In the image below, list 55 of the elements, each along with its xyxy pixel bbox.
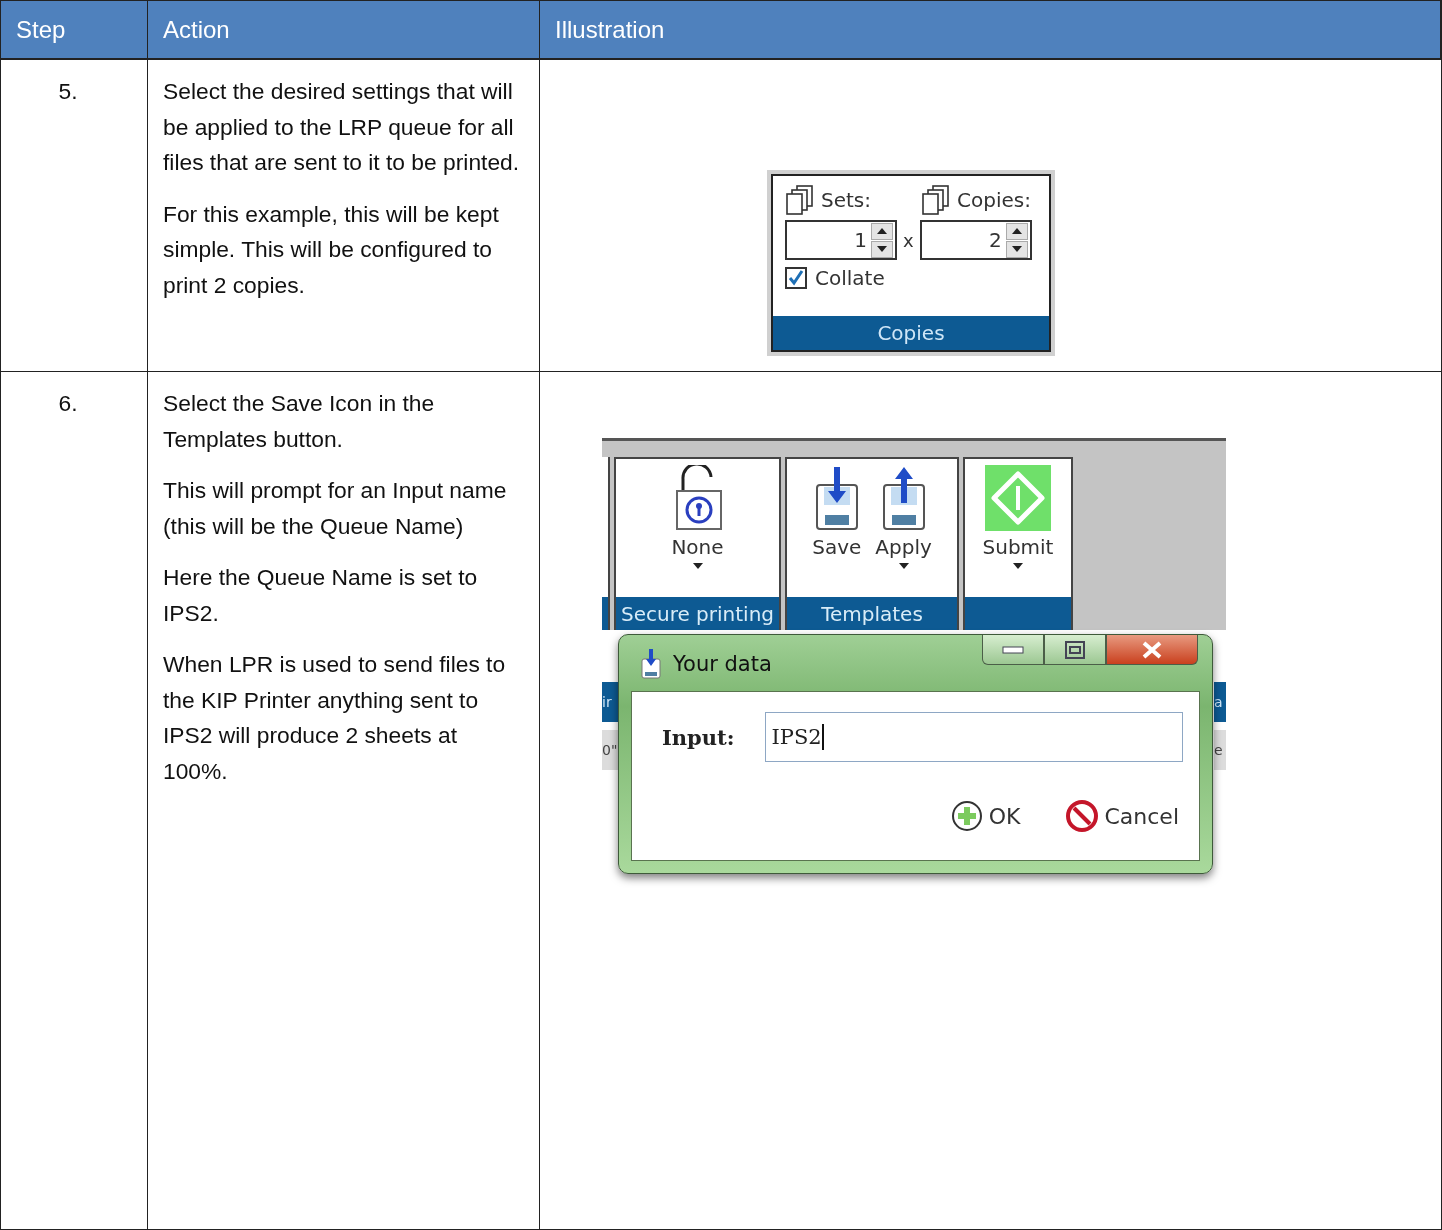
ribbon-button[interactable]: Submit: [982, 465, 1054, 597]
instruction-text: Here the Queue Name is set to IPS2.: [163, 563, 479, 628]
instruction-text: Select the Save Icon in the Templates button.: [163, 389, 436, 454]
pages-icon: [785, 184, 815, 216]
minimize-button[interactable]: [982, 635, 1044, 665]
ok-button[interactable]: OK: [950, 800, 1021, 832]
group-label: Templates: [787, 597, 957, 630]
instruction-text: For this example, this will be kept simple. This will be configured to print 2 copies.: [163, 199, 500, 300]
collate-label: Collate: [815, 266, 885, 290]
copies-label: Copies:: [957, 188, 1031, 212]
input-field[interactable]: IPS2: [764, 712, 1183, 762]
save-upload-icon: [880, 465, 927, 531]
input-label: Input:: [662, 724, 735, 750]
step-number: 6.: [57, 389, 79, 418]
save-download-icon: [813, 465, 860, 531]
minimize-icon: [1002, 645, 1024, 654]
times-sign: x: [903, 229, 914, 251]
pages-icon: [921, 184, 952, 216]
background-text: a: [1214, 682, 1226, 722]
sets-label: Sets:: [821, 188, 871, 212]
background-text: e: [1214, 730, 1226, 770]
group-label: Secure printing: [616, 597, 779, 630]
close-button[interactable]: [1106, 635, 1198, 665]
maximize-icon: [1065, 640, 1085, 659]
ribbon-button[interactable]: None: [671, 465, 724, 597]
down-arrow-icon[interactable]: [877, 246, 887, 252]
background-text: ir: [602, 682, 618, 722]
column-header: Illustration: [540, 0, 1441, 60]
instruction-text: When LPR is used to send files to the KIP Printer anything sent to IPS2 will produce 2 sheets at 100%.: [163, 650, 507, 786]
close-icon: [1141, 640, 1163, 659]
up-arrow-icon[interactable]: [1011, 228, 1022, 234]
plus-circle-icon: [950, 800, 983, 832]
group-label: Copies: [773, 316, 1049, 350]
up-arrow-icon[interactable]: [877, 228, 887, 234]
caret-icon[interactable]: [692, 563, 703, 569]
ribbon-button[interactable]: Apply: [875, 465, 932, 597]
instruction-text: Select the desired settings that will be applied to the LRP queue for all files that are sent to it to be printed.: [163, 77, 520, 177]
step-number: 5.: [57, 77, 79, 106]
maximize-button[interactable]: [1044, 635, 1106, 665]
down-arrow-icon[interactable]: [1011, 246, 1022, 252]
sets-spinner[interactable]: 1: [785, 220, 897, 260]
background-text: 0": [602, 730, 618, 770]
submit-icon: [985, 465, 1051, 531]
caret-icon[interactable]: [1013, 563, 1023, 569]
ribbon-button[interactable]: Save: [812, 465, 862, 597]
caret-icon[interactable]: [898, 563, 909, 569]
collate-checkbox[interactable]: [785, 267, 807, 289]
no-entry-icon: [1066, 800, 1099, 832]
dialog-title: Your data: [673, 652, 772, 676]
instruction-text: This will prompt for an Input name (this will be the Queue Name): [163, 476, 508, 541]
column-header: Action: [148, 0, 540, 60]
copies-spinner[interactable]: 2: [919, 220, 1032, 260]
column-header: Step: [1, 0, 148, 60]
save-download-icon: [641, 649, 661, 679]
cancel-button[interactable]: Cancel: [1066, 800, 1179, 832]
